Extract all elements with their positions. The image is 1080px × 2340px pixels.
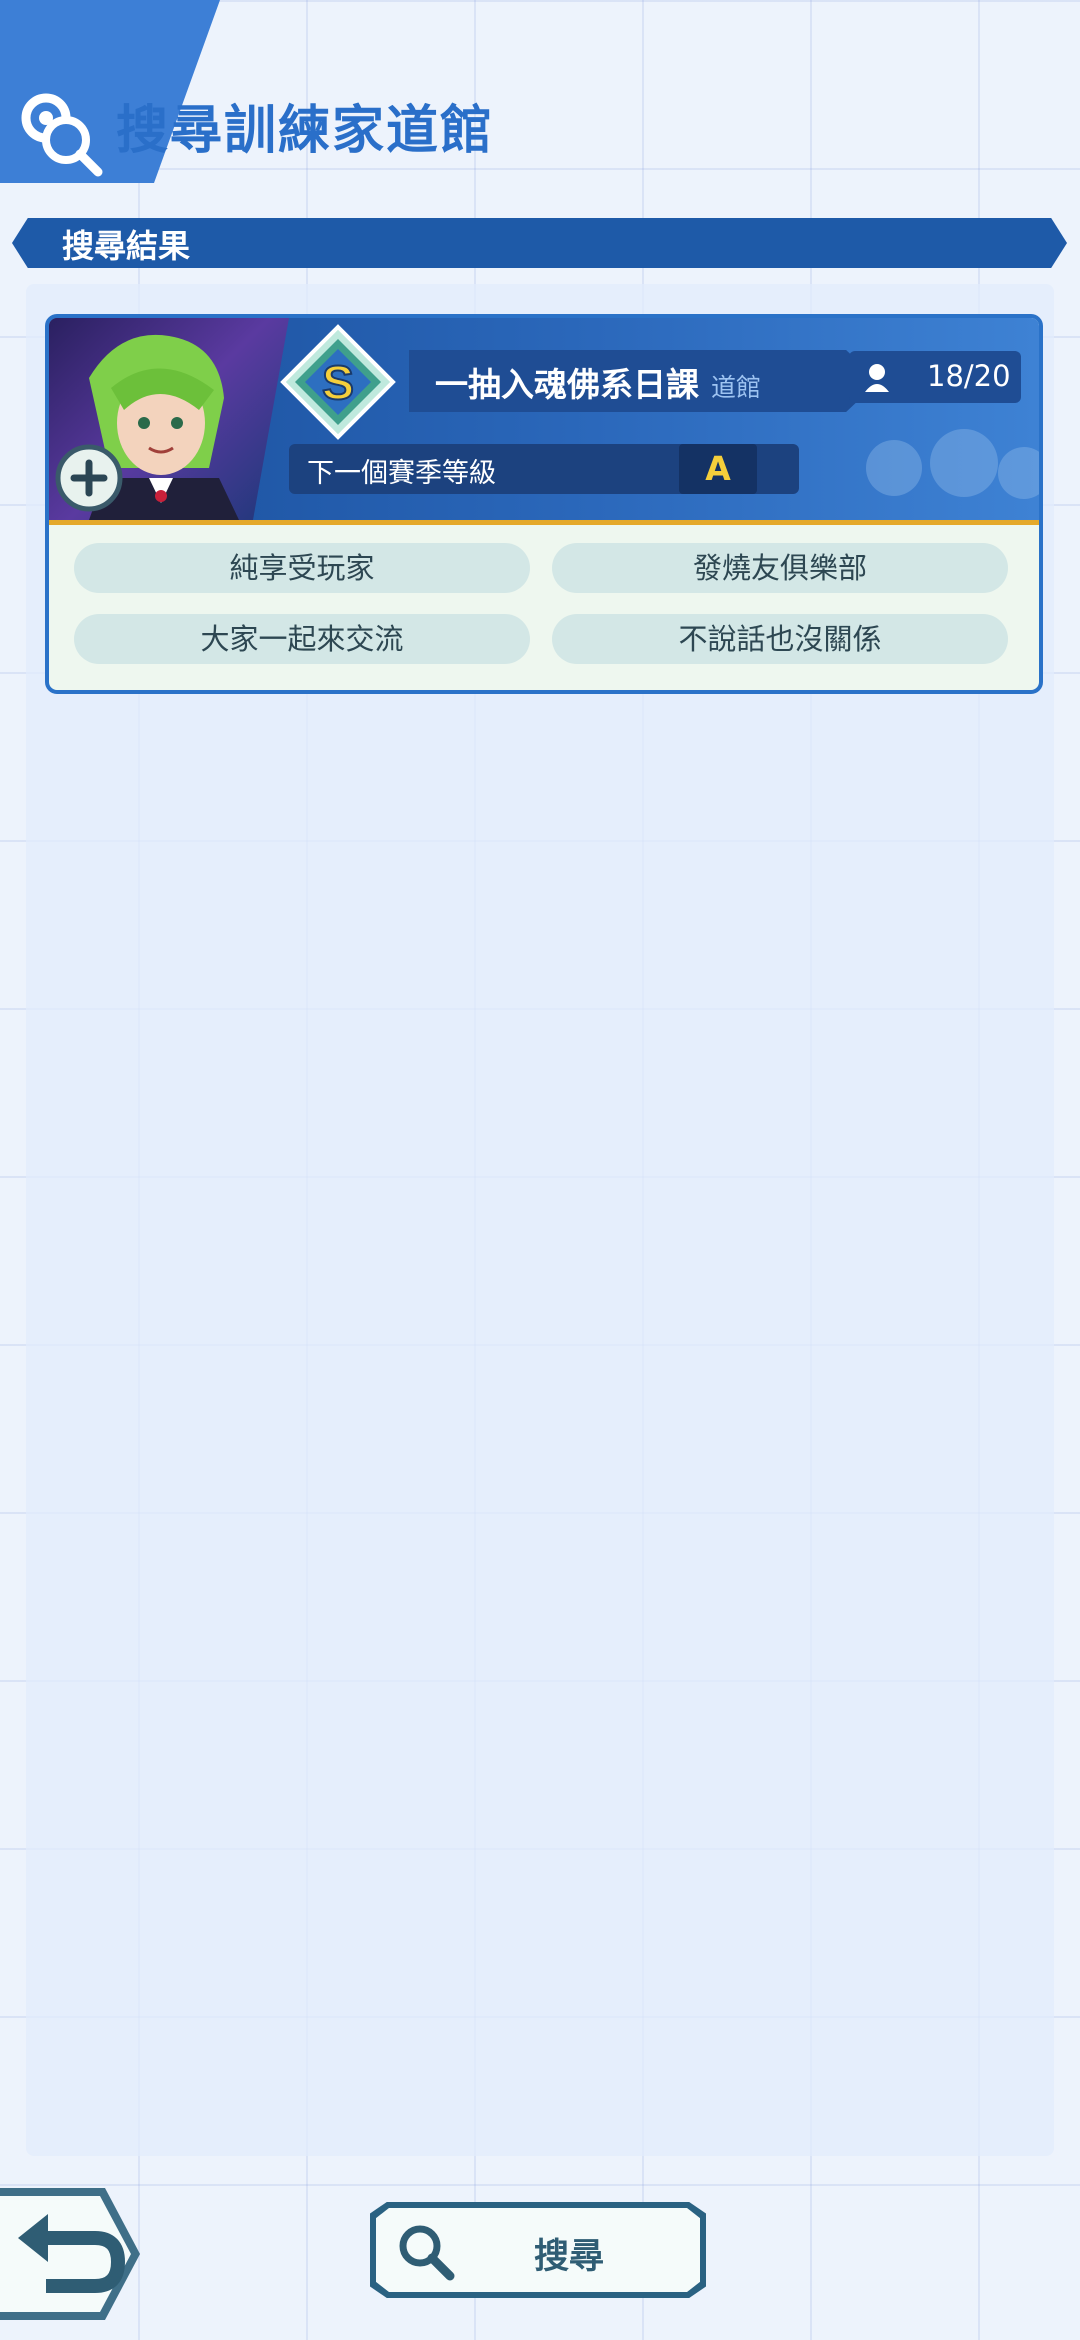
gym-tag: 大家一起來交流 [74,614,530,664]
person-icon [865,364,889,392]
people-decoration-icon [866,429,1039,499]
search-icon [399,2225,455,2281]
gym-search-icon [21,93,103,177]
rank-letter: S [322,357,354,410]
member-count-box: 18/20 [849,351,1021,403]
section-label: 搜尋結果 [62,227,191,265]
gym-tag: 不說話也沒關係 [552,614,1008,664]
page-title: 搜尋訓練家道館 [116,101,495,161]
next-season-grade: A [679,444,757,494]
gym-tag: 純享受玩家 [74,543,530,593]
gym-result-card[interactable]: S 一抽入魂佛系日課 道館 18/20 下一個賽季等級 A 純享受玩家 發燒友俱… [45,314,1043,694]
search-button-label: 搜尋 [534,2237,605,2277]
gym-tag: 發燒友俱樂部 [552,543,1008,593]
next-season-box: 下一個賽季等級 A [289,444,799,494]
next-season-label: 下一個賽季等級 [307,458,496,489]
add-icon[interactable] [54,443,124,513]
gym-name-suffix: 道館 [711,373,762,402]
card-divider [49,520,1039,525]
back-button[interactable] [0,2180,145,2328]
rank-badge-icon: S [280,324,396,440]
member-count: 18/20 [927,359,1011,393]
gym-name: 一抽入魂佛系日課 [435,365,699,404]
